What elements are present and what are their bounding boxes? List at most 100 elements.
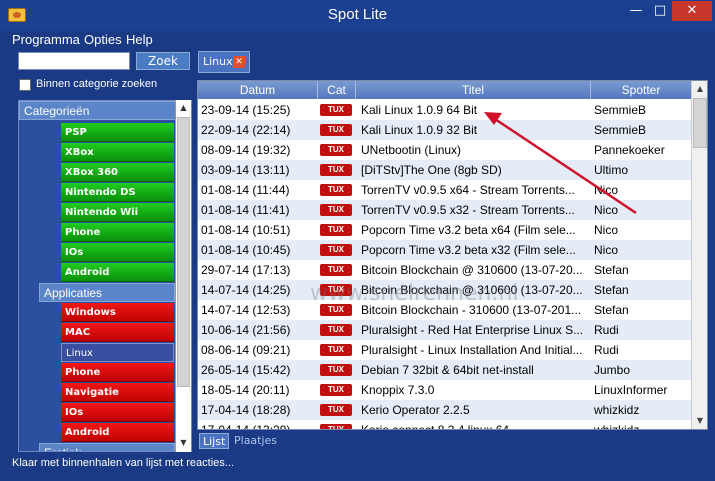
category-badge: TUX [320, 164, 352, 176]
cell-spotter: Nico [594, 183, 619, 197]
table-row[interactable]: 23-09-14 (15:25) TUX Kali Linux 1.0.9 64 B… [198, 100, 691, 120]
cell-title: Kali Linux 1.0.9 64 Bit [361, 103, 478, 117]
tree-header-erotiek[interactable]: Erotiek [39, 443, 175, 451]
cell-date: 17-04-14 (18:28) [201, 403, 291, 417]
tree-item-linux[interactable]: Linux [61, 343, 174, 362]
column-spotter[interactable]: Spotter [591, 81, 691, 99]
tab-lijst[interactable]: Lijst [199, 433, 230, 449]
category-tree: Categorieën PSP XBox XBox 360 Nintendo D… [18, 100, 192, 452]
tab-plaatjes[interactable]: Plaatjes [231, 433, 280, 449]
table-row[interactable]: 17-04-14 (18:28) TUX Kerio Operator 2.2.5 w… [198, 400, 691, 420]
tree-item-nintendo-wii[interactable]: Nintendo Wii [61, 203, 174, 222]
cell-title: TorrenTV v0.9.5 x32 - Stream Torrents... [361, 203, 575, 217]
category-badge: TUX [320, 404, 352, 416]
tree-item-xbox[interactable]: XBox [61, 143, 174, 162]
tree-item-psp[interactable]: PSP [61, 123, 174, 142]
cell-date: 22-09-14 (22:14) [201, 123, 291, 137]
category-badge: TUX [320, 424, 352, 429]
cell-title: UNetbootin (Linux) [361, 143, 462, 157]
grid-scrollbar[interactable]: ▲ ▼ [691, 81, 707, 429]
cell-spotter: Jumbo [594, 363, 631, 377]
tree-item-xbox360[interactable]: XBox 360 [61, 163, 174, 182]
scroll-thumb[interactable] [177, 117, 190, 387]
category-badge: TUX [320, 304, 352, 316]
scroll-up-icon[interactable]: ▲ [176, 100, 191, 116]
table-row[interactable]: 01-08-14 (11:44) TUX TorrenTV v0.9.5 x64 -… [198, 180, 691, 200]
scroll-down-icon[interactable]: ▼ [176, 435, 191, 451]
close-icon[interactable]: ✕ [672, 1, 712, 21]
cell-date: 14-07-14 (12:53) [201, 303, 291, 317]
table-row[interactable]: 10-06-14 (21:56) TUX Pluralsight - Red Hat… [198, 320, 691, 340]
tree-item-ios-games[interactable]: IOs [61, 243, 174, 262]
table-row[interactable]: 22-09-14 (22:14) TUX Kali Linux 1.0.9 32 B… [198, 120, 691, 140]
tree-scrollbar[interactable]: ▲ ▼ [175, 100, 191, 452]
category-badge: TUX [320, 324, 352, 336]
table-row[interactable]: 08-09-14 (19:32) TUX UNetbootin (Linux) Pan… [198, 140, 691, 160]
tree-item-nintendo-ds[interactable]: Nintendo DS [61, 183, 174, 202]
table-row[interactable]: 01-08-14 (10:45) TUX Popcorn Time v3.2 bet… [198, 240, 691, 260]
table-row[interactable]: 29-07-14 (17:13) TUX Bitcoin Blockchain @ … [198, 260, 691, 280]
cell-date: 08-09-14 (19:32) [201, 143, 291, 157]
grid-scroll-thumb[interactable] [693, 98, 707, 148]
tree-item-ios-apps[interactable]: IOs [61, 403, 174, 422]
table-row[interactable]: 08-06-14 (09:21) TUX Pluralsight - Linux I… [198, 340, 691, 360]
table-row[interactable]: 01-08-14 (10:51) TUX Popcorn Time v3.2 bet… [198, 220, 691, 240]
category-badge: TUX [320, 124, 352, 136]
category-badge: TUX [320, 264, 352, 276]
tab-linux[interactable]: Linux ✕ [198, 51, 250, 73]
table-row[interactable]: 01-08-14 (11:41) TUX TorrenTV v0.9.5 x32 -… [198, 200, 691, 220]
cell-title: Kerio connect 8.2.4 linux 64 [361, 423, 510, 430]
tree-item-windows[interactable]: Windows [61, 303, 174, 322]
grid-scroll-down-icon[interactable]: ▼ [692, 413, 707, 429]
tree-item-android-apps[interactable]: Android [61, 423, 174, 442]
cell-title: Popcorn Time v3.2 beta x32 (Film sele... [361, 243, 576, 257]
tree-item-android-games[interactable]: Android [61, 263, 174, 282]
category-search-checkbox[interactable] [19, 79, 31, 91]
cell-date: 03-09-14 (13:11) [201, 163, 290, 177]
cell-date: 29-07-14 (17:13) [201, 263, 291, 277]
search-input[interactable] [18, 52, 130, 70]
menu-programma[interactable]: Programma [12, 32, 80, 47]
table-row[interactable]: 26-05-14 (15:42) TUX Debian 7 32bit & 64bi… [198, 360, 691, 380]
category-badge: TUX [320, 244, 352, 256]
cell-spotter: Stefan [594, 303, 629, 317]
cell-title: Knoppix 7.3.0 [361, 383, 435, 397]
cell-spotter: Pannekoeker [594, 143, 665, 157]
column-titel[interactable]: Titel [356, 81, 591, 99]
spot-list: Datum Cat Titel Spotter 23-09-14 (15:25)… [197, 80, 708, 430]
cell-spotter: Stefan [594, 283, 629, 297]
tree-header-categories[interactable]: Categorieën [19, 101, 177, 120]
cell-title: Bitcoin Blockchain @ 310600 (13-07-20... [361, 283, 583, 297]
search-button[interactable]: Zoek [136, 52, 190, 70]
category-badge: TUX [320, 144, 352, 156]
tree-item-navigatie[interactable]: Navigatie [61, 383, 174, 402]
tree-item-phone-apps[interactable]: Phone [61, 363, 174, 382]
table-row[interactable]: 18-05-14 (20:11) TUX Knoppix 7.3.0 LinuxInf… [198, 380, 691, 400]
tree-item-phone-games[interactable]: Phone [61, 223, 174, 242]
category-search-label: Binnen categorie zoeken [36, 78, 158, 90]
minimize-icon[interactable]: — [624, 1, 648, 21]
cell-title: Bitcoin Blockchain @ 310600 (13-07-20... [361, 263, 583, 277]
tree-header-applicaties[interactable]: Applicaties [39, 283, 175, 302]
cell-spotter: LinuxInformer [594, 383, 668, 397]
grid-scroll-up-icon[interactable]: ▲ [692, 81, 707, 97]
maximize-icon[interactable]: □ [648, 1, 672, 21]
table-row[interactable]: 17-04-14 (13:29) TUX Kerio connect 8.2.4 l… [198, 420, 691, 430]
table-row[interactable]: 14-07-14 (14:25) TUX Bitcoin Blockchain @ … [198, 280, 691, 300]
grid-header: Datum Cat Titel Spotter [198, 81, 691, 99]
cell-date: 10-06-14 (21:56) [201, 323, 291, 337]
category-badge: TUX [320, 224, 352, 236]
category-badge: TUX [320, 204, 352, 216]
tab-close-icon[interactable]: ✕ [233, 56, 245, 68]
cell-date: 26-05-14 (15:42) [201, 363, 291, 377]
cell-date: 01-08-14 (11:44) [201, 183, 290, 197]
cell-title: Pluralsight - Linux Installation And Ini… [361, 343, 583, 357]
menu-opties[interactable]: Opties [84, 32, 122, 47]
table-row[interactable]: 03-09-14 (13:11) TUX [DiTStv]The One (8gb … [198, 160, 691, 180]
menu-help[interactable]: Help [126, 32, 153, 47]
cell-spotter: Ultimo [594, 163, 629, 177]
column-datum[interactable]: Datum [198, 81, 318, 99]
tree-item-mac[interactable]: MAC [61, 323, 174, 342]
table-row[interactable]: 14-07-14 (12:53) TUX Bitcoin Blockchain - … [198, 300, 691, 320]
column-cat[interactable]: Cat [318, 81, 356, 99]
